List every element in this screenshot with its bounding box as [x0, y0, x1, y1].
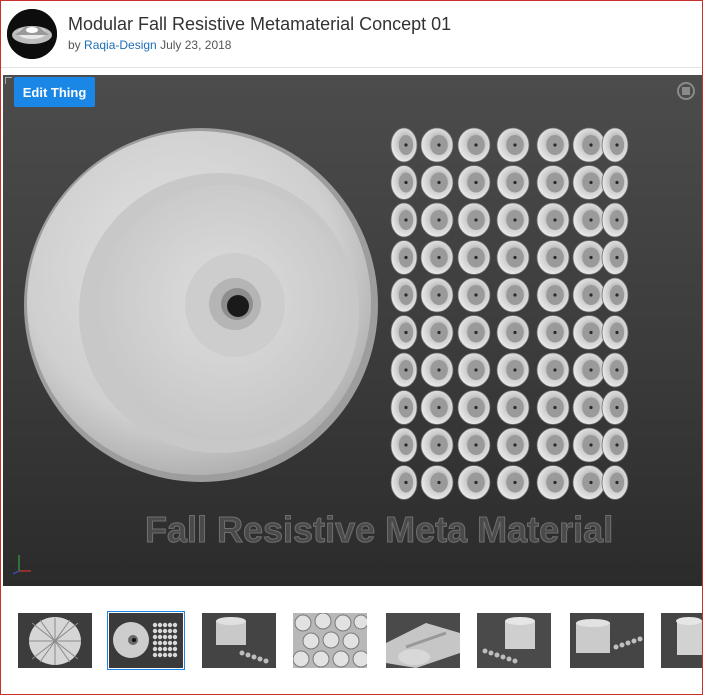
render-watermark: Fall Resistive Meta Material — [144, 509, 614, 551]
author-link[interactable]: Raqia-Design — [84, 38, 157, 52]
header-divider — [1, 67, 702, 68]
viewer-corner-mark — [5, 77, 12, 84]
thumbnail-1[interactable] — [18, 613, 92, 668]
thumbnail-7[interactable] — [570, 613, 644, 668]
publish-date: July 23, 2018 — [160, 38, 232, 52]
thumbnail-4[interactable] — [293, 613, 367, 668]
metamaterial-cell-grid — [390, 127, 629, 500]
byline-prefix: by — [68, 38, 81, 52]
image-viewer[interactable]: Edit Thing Fall Resistive Meta Material — [3, 75, 702, 586]
thumbnail-3[interactable] — [202, 613, 276, 668]
thumbnail-strip — [1, 586, 702, 694]
byline: by Raqia-Design July 23, 2018 — [68, 38, 231, 52]
fullscreen-icon[interactable] — [676, 81, 696, 101]
thing-header: Modular Fall Resistive Metamaterial Conc… — [1, 1, 702, 67]
thumbnail-5[interactable] — [386, 613, 460, 668]
thumbnail-2[interactable] — [107, 611, 185, 670]
creator-avatar[interactable] — [7, 9, 57, 59]
thumbnail-8[interactable] — [661, 613, 702, 668]
thing-page: Modular Fall Resistive Metamaterial Conc… — [0, 0, 703, 695]
axis-gizmo-icon — [9, 549, 33, 575]
thing-title: Modular Fall Resistive Metamaterial Conc… — [68, 14, 452, 34]
thumbnail-6[interactable] — [477, 613, 551, 668]
edit-thing-button[interactable]: Edit Thing — [14, 77, 95, 107]
